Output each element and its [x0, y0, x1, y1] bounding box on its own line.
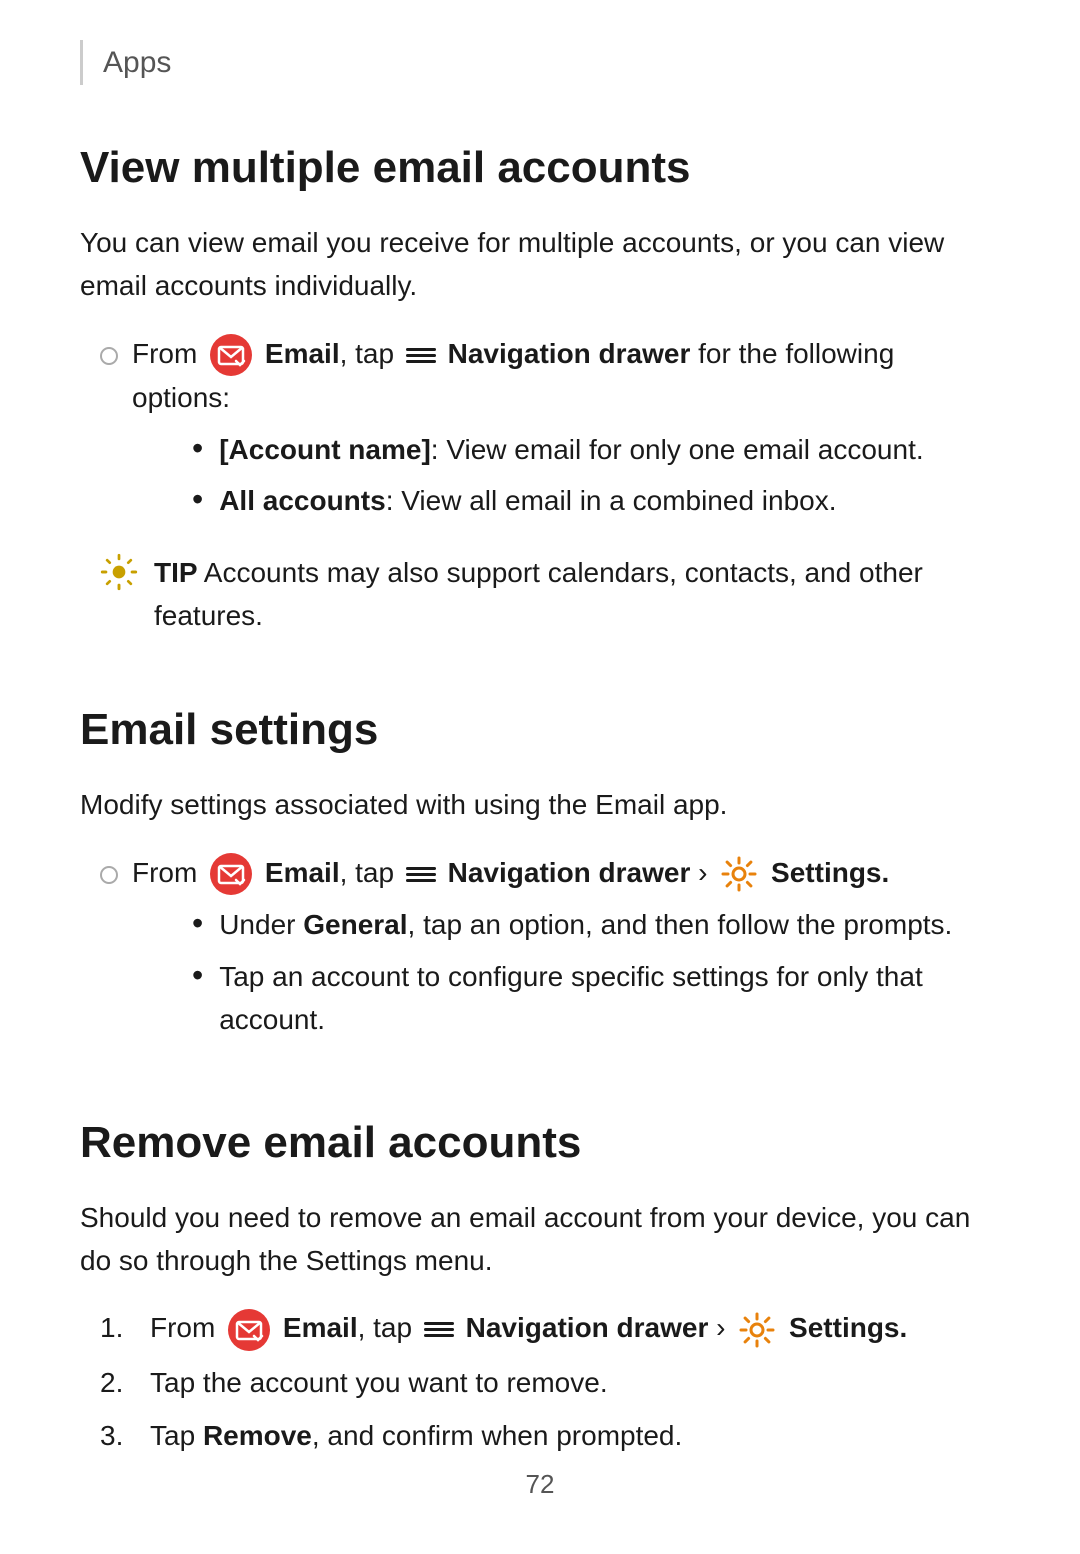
sub-item-general: • Under General, tap an option, and then… [192, 903, 1000, 946]
gear-icon-2 [738, 1311, 776, 1349]
step-list-email-settings: From Email, tap Navigation drawer [100, 851, 1000, 1050]
step-content-settings: From Email, tap Navigation drawer [132, 851, 1000, 1050]
numbered-item-2: 2. Tap the account you want to remove. [100, 1361, 1000, 1404]
bullet-dot-3: • [192, 903, 203, 945]
section-body-view-multiple: You can view email you receive for multi… [80, 221, 1000, 308]
nav-drawer-icon-1 [406, 343, 436, 367]
sub-item-account-name: • [Account name]: View email for only on… [192, 428, 1000, 471]
email-label-1: Email [265, 338, 340, 369]
step-content-view-from: From Email, tap Nav [132, 332, 1000, 531]
section-body-email-settings: Modify settings associated with using th… [80, 783, 1000, 826]
sub-item-all-accounts-text: All accounts: View all email in a combin… [219, 479, 836, 522]
nav-drawer-label-2: Navigation drawer [448, 857, 691, 888]
breadcrumb-text: Apps [103, 40, 171, 85]
bullet-dot-4: • [192, 955, 203, 997]
number-2: 2. [100, 1361, 150, 1404]
page-footer: 72 [0, 1465, 1080, 1504]
tip-sunburst-icon [100, 553, 138, 603]
arrow-2: › [716, 1312, 733, 1343]
section-body-remove-accounts: Should you need to remove an email accou… [80, 1196, 1000, 1283]
section-title-remove-accounts: Remove email accounts [80, 1110, 1000, 1176]
step-content-remove-2: Tap the account you want to remove. [150, 1361, 1000, 1404]
numbered-list-remove: 1. From Email, tap N [100, 1306, 1000, 1457]
sub-item-account-name-text: [Account name]: View email for only one … [219, 428, 923, 471]
sub-list-email-settings: • Under General, tap an option, and then… [192, 903, 1000, 1041]
circle-bullet-icon [100, 334, 118, 377]
nav-drawer-icon-3 [424, 1318, 454, 1342]
gear-icon-1 [720, 855, 758, 893]
tip-text-1: TIP Accounts may also support calendars,… [154, 551, 1000, 638]
sub-list-view-multiple: • [Account name]: View email for only on… [192, 428, 1000, 523]
from-label: From [132, 338, 205, 369]
nav-drawer-icon-2 [406, 862, 436, 886]
tap-label-3: , tap [358, 1312, 420, 1343]
arrow-1: › [698, 857, 715, 888]
breadcrumb: Apps [80, 40, 1000, 85]
step-content-remove-1: From Email, tap Navigation drawer [150, 1306, 1000, 1351]
section-title-email-settings: Email settings [80, 697, 1000, 763]
sub-item-all-accounts: • All accounts: View all email in a comb… [192, 479, 1000, 522]
number-3: 3. [100, 1414, 150, 1457]
step-item-view-from: From Email, tap Nav [100, 332, 1000, 531]
email-icon-3 [228, 1309, 270, 1351]
sub-item-specific: • Tap an account to configure specific s… [192, 955, 1000, 1042]
from-label-3: From [150, 1312, 223, 1343]
nav-drawer-label-3: Navigation drawer [466, 1312, 709, 1343]
settings-label-2: Settings. [789, 1312, 907, 1343]
step-list-view-multiple: From Email, tap Nav [100, 332, 1000, 531]
sub-item-specific-text: Tap an account to configure specific set… [219, 955, 1000, 1042]
numbered-item-1: 1. From Email, tap N [100, 1306, 1000, 1351]
page-number: 72 [526, 1469, 555, 1499]
step-item-settings-from: From Email, tap Navigation drawer [100, 851, 1000, 1050]
settings-label-1: Settings. [771, 857, 889, 888]
step-content-remove-3: Tap Remove, and confirm when prompted. [150, 1414, 1000, 1457]
email-label-3: Email [283, 1312, 358, 1343]
numbered-item-3: 3. Tap Remove, and confirm when prompted… [100, 1414, 1000, 1457]
from-label-2: From [132, 857, 205, 888]
section-title-view-multiple: View multiple email accounts [80, 135, 1000, 201]
bullet-dot-2: • [192, 479, 203, 521]
circle-bullet-icon-2 [100, 853, 118, 896]
email-icon [210, 334, 252, 376]
email-label-2: Email [265, 857, 340, 888]
sub-item-general-text: Under General, tap an option, and then f… [219, 903, 952, 946]
number-1: 1. [100, 1306, 150, 1349]
tap-label-2: , tap [340, 857, 402, 888]
tip-row-view-multiple: TIP Accounts may also support calendars,… [100, 551, 1000, 638]
page-container: Apps View multiple email accounts You ca… [0, 0, 1080, 1554]
tap-label-1: , tap [340, 338, 402, 369]
nav-drawer-label-1: Navigation drawer [448, 338, 691, 369]
bullet-dot-1: • [192, 428, 203, 470]
email-icon-2 [210, 853, 252, 895]
